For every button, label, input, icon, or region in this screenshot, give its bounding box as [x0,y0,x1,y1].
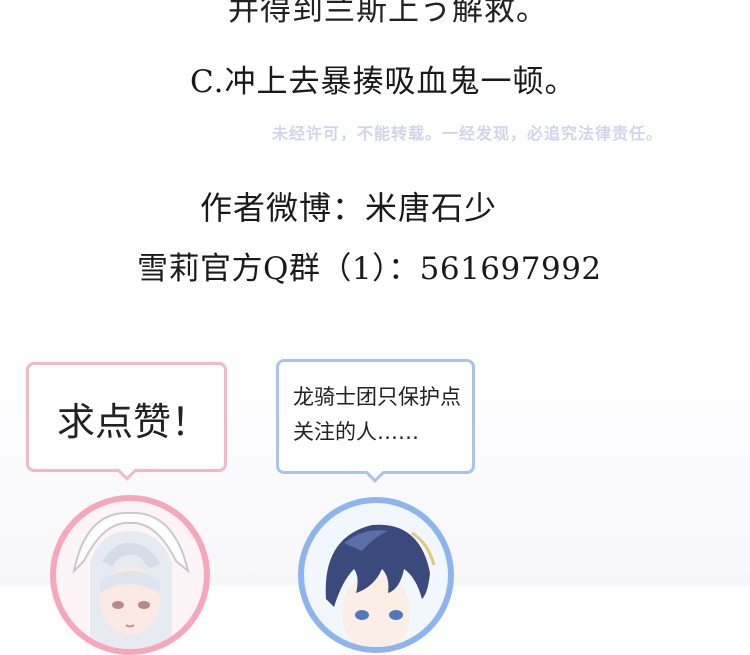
speech-bubble-pink-text: 求点赞！ [57,400,210,444]
qq-group-line: 雪莉官方Q群（1）：561697992 [137,251,602,287]
girl-portrait-icon [72,511,190,649]
character-avatar-boy [298,497,454,653]
character-avatar-girl [50,495,210,655]
cut-off-text-line: 并得到兰斯上う解救。 [228,0,548,28]
speech-bubble-blue-text: 龙骑士团只保护点关注的人…… [293,385,461,444]
boy-portrait-icon [325,524,436,647]
author-weibo-line: 作者微博：米唐石少 [200,189,498,227]
option-c-text: C.冲上去暴揍吸血鬼一顿。 [190,64,577,100]
copyright-watermark: 未经许可，不能转载。一经发现，必追究法律责任。 [272,124,664,143]
